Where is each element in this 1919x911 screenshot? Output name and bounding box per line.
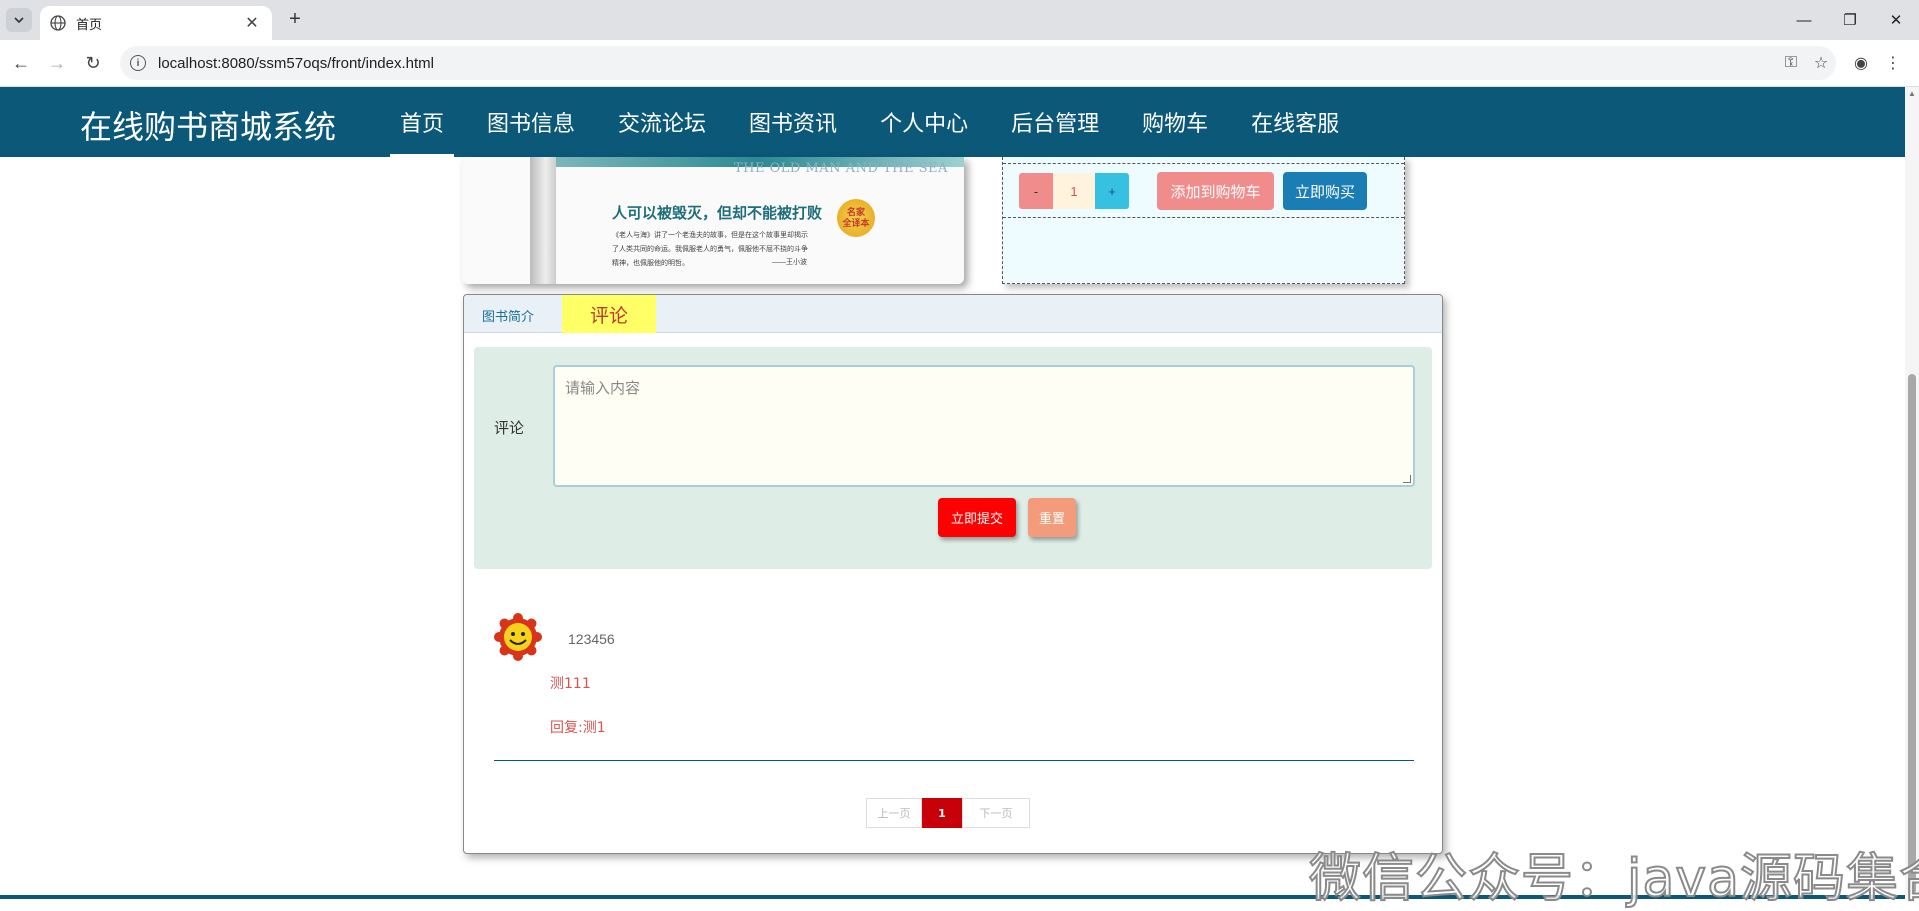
next-page-button[interactable]: 下一页 — [962, 798, 1030, 828]
cover-author: ——王小波 — [772, 259, 807, 266]
detail-tabs-panel: 图书简介 评论 评论 请输入内容 立即提交 重置 123456 测111 回复:… — [463, 294, 1443, 854]
book-cover-image: THE OLD MAN AND THE SEA 人可以被毁灭，但却不能被打败 《… — [462, 157, 964, 284]
add-to-cart-button[interactable]: 添加到购物车 — [1157, 172, 1274, 210]
nav-home[interactable]: 首页 — [390, 87, 455, 157]
sunflower-avatar-icon — [494, 613, 542, 661]
panel-divider — [1003, 217, 1404, 218]
nav-cart[interactable]: 购物车 — [1132, 87, 1218, 157]
resize-grip-icon[interactable] — [1403, 475, 1411, 483]
quantity-increase-button[interactable]: + — [1095, 173, 1129, 209]
nav-forum[interactable]: 交流论坛 — [608, 87, 716, 157]
comment-textarea[interactable]: 请输入内容 — [553, 365, 1415, 487]
scroll-up-icon[interactable]: ▲ — [1908, 89, 1916, 98]
comment-reply: 回复:测1 — [550, 720, 606, 736]
panel-divider — [1003, 163, 1404, 164]
site-title: 在线购书商城系统 — [80, 108, 337, 146]
seal-line-1: 名家 — [846, 207, 865, 217]
quantity-input[interactable]: 1 — [1053, 173, 1095, 209]
comment-placeholder: 请输入内容 — [565, 379, 641, 397]
comment-username: 123456 — [568, 631, 615, 647]
back-button[interactable]: ← — [8, 50, 34, 76]
pagination: 上一页 1 下一页 — [866, 798, 1030, 828]
browser-toolbar: ← → ↻ i localhost:8080/ssm57oqs/front/in… — [0, 40, 1919, 87]
reload-button[interactable]: ↻ — [80, 50, 106, 76]
tab-comments[interactable]: 评论 — [562, 295, 656, 333]
cover-english-title: THE OLD MAN AND THE SEA — [734, 161, 948, 176]
nav-admin[interactable]: 后台管理 — [1001, 87, 1109, 157]
submit-button[interactable]: 立即提交 — [938, 498, 1016, 537]
key-icon[interactable]: ⚿ — [1776, 54, 1806, 72]
cover-slogan: 人可以被毁灭，但却不能被打败 — [612, 204, 823, 222]
buy-now-button[interactable]: 立即购买 — [1283, 172, 1367, 210]
comment-form: 评论 请输入内容 立即提交 重置 — [474, 347, 1432, 569]
quantity-stepper: - 1 + — [1019, 173, 1129, 209]
url-text: localhost:8080/ssm57oqs/front/index.html — [158, 54, 434, 72]
window-close-button[interactable]: ✕ — [1873, 0, 1919, 40]
page-1-button[interactable]: 1 — [922, 798, 962, 828]
chevron-down-icon — [14, 17, 24, 23]
new-tab-button[interactable]: + — [282, 8, 308, 32]
watermark-text: 微信公众号：java源码集合 — [1308, 848, 1919, 910]
site-info-icon[interactable]: i — [130, 55, 146, 71]
tab-book-intro[interactable]: 图书简介 — [482, 306, 534, 325]
profile-icon[interactable]: ◉ — [1848, 50, 1874, 76]
tab-close-icon[interactable]: ✕ — [242, 13, 262, 33]
nav-books[interactable]: 图书信息 — [477, 87, 585, 157]
address-bar[interactable]: i localhost:8080/ssm57oqs/front/index.ht… — [120, 46, 1836, 80]
nav-news[interactable]: 图书资讯 — [739, 87, 847, 157]
quantity-decrease-button[interactable]: - — [1019, 173, 1053, 209]
globe-icon — [50, 15, 66, 31]
forward-button[interactable]: → — [44, 50, 70, 76]
browser-tabstrip: 首页 ✕ + — ❐ ✕ — [0, 0, 1919, 40]
purchase-panel: - 1 + 添加到购物车 立即购买 — [1002, 157, 1405, 284]
minimize-button[interactable]: — — [1781, 0, 1827, 40]
seal-line-2: 全译本 — [842, 218, 870, 228]
site-header: 在线购书商城系统 首页 图书信息 交流论坛 图书资讯 个人中心 后台管理 购物车… — [0, 87, 1905, 157]
star-icon[interactable]: ☆ — [1806, 53, 1836, 73]
comment-divider — [494, 760, 1414, 761]
tabs-header: 图书简介 评论 — [464, 295, 1442, 333]
main-nav: 首页 图书信息 交流论坛 图书资讯 个人中心 后台管理 购物车 在线客服 — [390, 87, 1372, 157]
cover-seal-badge: 名家 全译本 — [837, 199, 875, 237]
browser-tab[interactable]: 首页 ✕ — [40, 6, 272, 40]
comment-label: 评论 — [494, 419, 525, 437]
comment-content: 测111 — [550, 676, 591, 692]
nav-support[interactable]: 在线客服 — [1241, 87, 1349, 157]
tab-search-button[interactable] — [6, 8, 32, 32]
more-menu-icon[interactable]: ⋮ — [1880, 50, 1906, 76]
nav-profile[interactable]: 个人中心 — [870, 87, 978, 157]
reset-button[interactable]: 重置 — [1028, 498, 1076, 537]
prev-page-button[interactable]: 上一页 — [866, 798, 922, 828]
cover-spine — [530, 157, 556, 284]
tab-title: 首页 — [76, 17, 103, 33]
scrollbar-thumb[interactable] — [1908, 374, 1916, 894]
restore-button[interactable]: ❐ — [1827, 0, 1873, 40]
